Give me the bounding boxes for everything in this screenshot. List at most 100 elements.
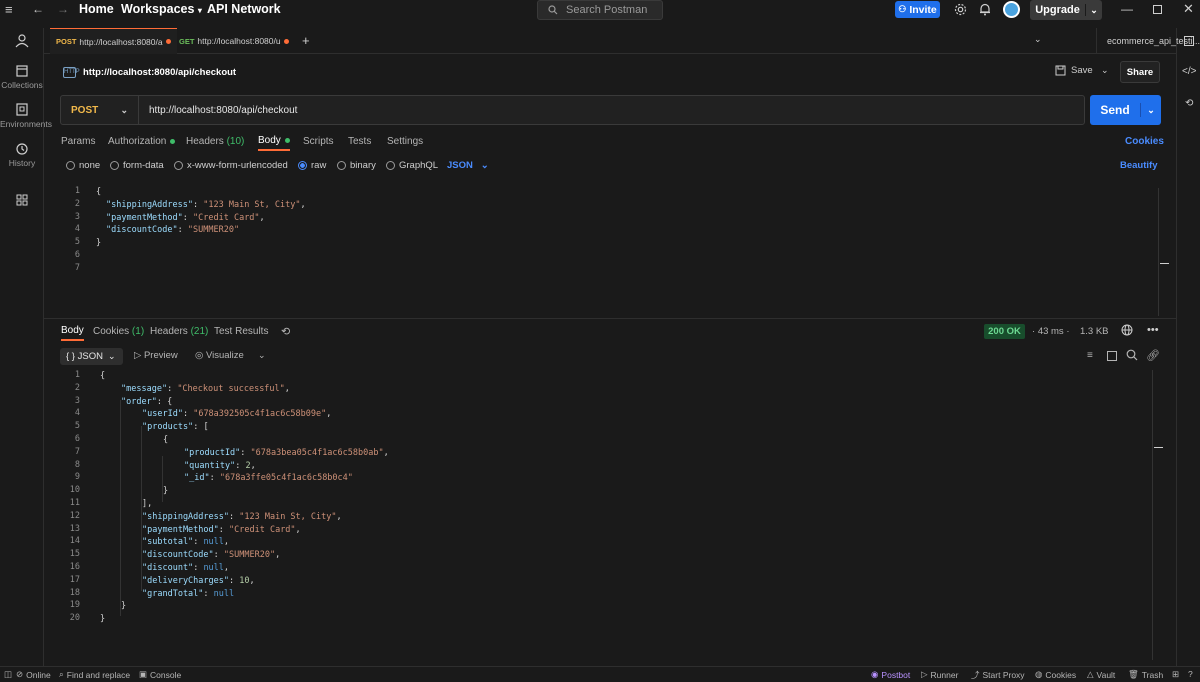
visualize-dropdown-chevron-icon[interactable]: ⌄: [258, 350, 266, 361]
tab-get-request[interactable]: GET http://localhost:8080/u: [173, 28, 295, 54]
tab-body[interactable]: Body: [258, 131, 290, 151]
api-network-link[interactable]: API Network: [207, 2, 281, 16]
trash-button[interactable]: 🗑︎ Trash: [1128, 669, 1163, 680]
preview-button[interactable]: ▷ Preview: [134, 350, 178, 361]
chevron-down-icon[interactable]: ⌄: [1086, 5, 1102, 16]
radio-none[interactable]: none: [66, 160, 100, 171]
radio-form-data[interactable]: form-data: [110, 160, 164, 171]
home-link[interactable]: Home: [79, 2, 114, 16]
sidebar-item-environments[interactable]: Environments: [0, 103, 52, 129]
sidebar-item-user[interactable]: [0, 34, 44, 50]
status-badge[interactable]: 200 OK: [984, 324, 1025, 339]
visualize-button[interactable]: ◎ Visualize: [195, 350, 244, 361]
method-selector[interactable]: POST ⌄: [61, 96, 139, 124]
response-time[interactable]: · 43 ms ·: [1032, 326, 1070, 337]
tab-tests[interactable]: Tests: [348, 131, 371, 151]
tab-post-checkout[interactable]: POST http://localhost:8080/a: [50, 28, 177, 54]
radio-graphql[interactable]: GraphQL: [386, 160, 438, 171]
request-title[interactable]: http://localhost:8080/api/checkout: [83, 67, 236, 78]
raw-format-selector[interactable]: JSON ⌄: [447, 160, 489, 171]
wrap-lines-icon[interactable]: ≡: [1087, 350, 1093, 361]
environment-selector[interactable]: ecommerce_api_testi... ⌄: [1096, 28, 1200, 54]
cookies-button[interactable]: ◍ Cookies: [1035, 669, 1076, 680]
top-bar: ≡ ← → Home Workspaces ▾ API Network Sear…: [0, 0, 1200, 20]
find-replace-button[interactable]: ⌕ Find and replace: [59, 669, 130, 680]
start-proxy-button[interactable]: ⤴ Start Proxy: [971, 669, 1025, 681]
layout-icon[interactable]: ⊞: [1172, 669, 1179, 680]
more-icon[interactable]: •••: [1147, 324, 1159, 336]
response-viewer-scrollbar[interactable]: [1152, 370, 1164, 660]
cookies-link[interactable]: Cookies: [1125, 131, 1164, 151]
history-icon[interactable]: ⟲: [281, 321, 290, 341]
close-icon[interactable]: ✕: [1183, 1, 1194, 17]
beautify-link[interactable]: Beautify: [1120, 160, 1157, 171]
request-body-editor[interactable]: 1 {2 "shippingAddress": "123 Main St, City…: [60, 186, 1156, 316]
tab-response-headers[interactable]: Headers (21): [150, 321, 208, 341]
related-icon[interactable]: ⟲: [1185, 98, 1193, 109]
json-key: "paymentMethod": [142, 524, 219, 535]
globe-icon[interactable]: [1121, 324, 1133, 339]
tab-params[interactable]: Params: [61, 131, 95, 151]
tab-scripts[interactable]: Scripts: [303, 131, 334, 151]
copy-icon[interactable]: [1107, 351, 1117, 361]
minimize-icon[interactable]: —: [1121, 2, 1133, 16]
response-size[interactable]: 1.3 KB: [1080, 326, 1109, 337]
url-input[interactable]: http://localhost:8080/api/checkout: [139, 105, 297, 116]
new-tab-plus-icon[interactable]: +: [302, 33, 310, 48]
avatar[interactable]: [1003, 1, 1020, 18]
invite-button[interactable]: ⚇ Invite: [895, 1, 940, 18]
share-button[interactable]: Share: [1120, 61, 1160, 83]
json-comma: ,: [336, 511, 342, 522]
json-colon: :: [156, 396, 168, 407]
tab-label: Headers: [186, 135, 224, 147]
radio-circle: [110, 161, 119, 170]
radio-binary[interactable]: binary: [337, 160, 376, 171]
link-icon[interactable]: 🔗︎: [1146, 349, 1160, 362]
forward-icon[interactable]: →: [57, 2, 69, 16]
response-body-viewer[interactable]: 1 {2 "message": "Checkout successful", 3 "or…: [60, 370, 1150, 660]
sidebar-toggle-icon[interactable]: ◫: [4, 669, 12, 680]
back-icon[interactable]: ←: [32, 2, 44, 16]
status-dot-icon: [284, 137, 290, 143]
vault-button[interactable]: △ Vault: [1087, 669, 1115, 680]
console-button[interactable]: ▣ Console: [139, 669, 181, 680]
bell-icon[interactable]: [979, 3, 991, 19]
radio-label: GraphQL: [399, 160, 439, 171]
tab-response-cookies[interactable]: Cookies (1): [93, 321, 144, 341]
json-value: null: [203, 563, 224, 573]
code-icon[interactable]: </>: [1182, 66, 1196, 77]
sidebar-item-apps[interactable]: [0, 193, 44, 209]
settings-icon[interactable]: [954, 3, 967, 19]
tab-test-results[interactable]: Test Results: [214, 321, 268, 341]
send-button[interactable]: Send ⌄: [1090, 95, 1161, 125]
radio-urlencoded[interactable]: x-www-form-urlencoded: [174, 160, 288, 171]
online-status[interactable]: ⊘ Online: [16, 669, 51, 680]
maximize-icon[interactable]: [1153, 5, 1162, 14]
chevron-down-icon: ⌄: [120, 104, 128, 115]
radio-raw[interactable]: raw: [298, 160, 326, 171]
code-line: "_id": "678a3ffe05c4f1ac6c58b0c4": [184, 472, 353, 485]
upgrade-button[interactable]: Upgrade ⌄: [1030, 0, 1102, 20]
send-dropdown-chevron-icon[interactable]: ⌄: [1141, 105, 1161, 116]
pane-divider[interactable]: [44, 318, 1176, 319]
tab-authorization[interactable]: Authorization: [108, 131, 176, 151]
tabs-dropdown-chevron-icon[interactable]: ⌄: [1034, 34, 1042, 45]
menu-icon[interactable]: ≡: [5, 2, 13, 17]
help-icon[interactable]: ?: [1188, 669, 1193, 679]
save-dropdown-chevron-icon[interactable]: ⌄: [1101, 65, 1109, 76]
workspaces-menu[interactable]: Workspaces ▾: [121, 2, 202, 16]
sidebar-item-history[interactable]: History: [0, 142, 44, 168]
tab-headers[interactable]: Headers (10): [186, 131, 244, 151]
tab-settings[interactable]: Settings: [387, 131, 423, 151]
request-editor-scrollbar[interactable]: [1158, 188, 1169, 316]
save-button[interactable]: Save: [1055, 65, 1093, 76]
search-bar[interactable]: Search Postman: [537, 0, 663, 20]
postbot-button[interactable]: ◉ Postbot: [871, 669, 910, 680]
json-colon: :: [203, 588, 214, 599]
tab-response-body[interactable]: Body: [61, 321, 84, 341]
response-format-selector[interactable]: { } JSON ⌄: [60, 348, 123, 365]
sidebar-item-label: Collections: [1, 80, 43, 90]
search-icon[interactable]: [1126, 349, 1138, 364]
sidebar-item-collections[interactable]: Collections: [0, 64, 44, 90]
runner-button[interactable]: ▷ Runner: [921, 669, 958, 680]
